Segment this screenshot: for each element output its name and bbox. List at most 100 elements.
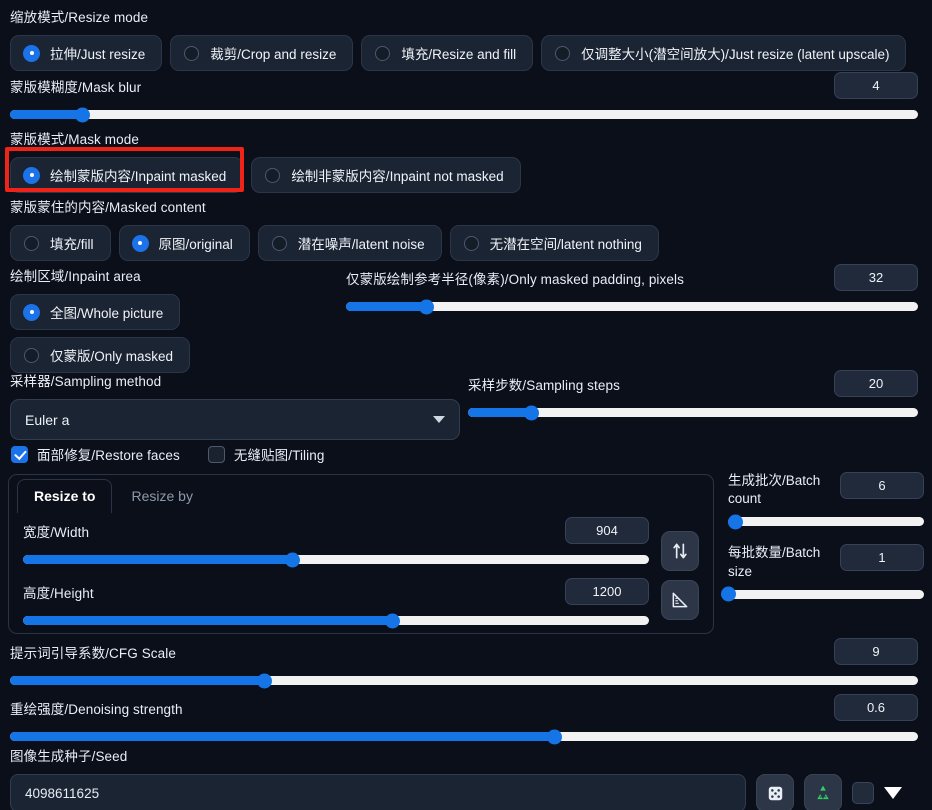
tab-resize-by[interactable]: Resize by xyxy=(114,479,209,513)
chevron-down-icon[interactable] xyxy=(884,787,902,799)
tiling-checkbox[interactable]: 无缝贴图/Tiling xyxy=(207,444,325,464)
mask-mode-option-inpaint-masked[interactable]: 绘制蒙版内容/Inpaint masked xyxy=(10,157,244,193)
resize-icon-buttons xyxy=(661,517,699,625)
cfg-scale-slider[interactable] xyxy=(10,673,918,688)
random-seed-button[interactable] xyxy=(756,774,794,810)
sampling-method-label: 采样器/Sampling method xyxy=(10,374,162,389)
masked-content-option-latent-noise[interactable]: 潜在噪声/latent noise xyxy=(257,225,442,261)
radio-icon xyxy=(24,304,39,320)
only-masked-padding-slider-block: 仅蒙版绘制参考半径(像素)/Only masked padding, pixel… xyxy=(346,264,918,314)
batch-size-value[interactable]: 1 xyxy=(840,544,924,572)
chevron-down-icon xyxy=(433,416,445,423)
batch-count-label: 生成批次/Batch count xyxy=(728,473,821,507)
mask-blur-label: 蒙版模糊度/Mask blur xyxy=(10,79,142,95)
width-value[interactable]: 904 xyxy=(565,517,649,544)
option-label: 绘制蒙版内容/Inpaint masked xyxy=(50,169,227,184)
radio-icon xyxy=(265,167,281,183)
radio-icon xyxy=(375,45,391,61)
only-masked-padding-value[interactable]: 32 xyxy=(834,264,918,291)
checkbox-icon xyxy=(11,445,28,463)
resize-mode-options: 拉伸/Just resize 裁剪/Crop and resize 填充/Res… xyxy=(10,35,922,71)
width-slider[interactable] xyxy=(23,552,649,567)
masked-content-section: 蒙版蒙住的内容/Masked content 填充/fill 原图/origin… xyxy=(10,196,922,261)
height-label: 高度/Height xyxy=(23,585,94,601)
height-slider-block: 高度/Height 1200 xyxy=(23,578,649,628)
option-label: 全图/Whole picture xyxy=(50,306,164,321)
sampling-method-value: Euler a xyxy=(25,411,70,428)
restore-faces-label: 面部修复/Restore faces xyxy=(37,448,180,463)
tab-resize-to[interactable]: Resize to xyxy=(17,479,113,513)
cfg-scale-value[interactable]: 9 xyxy=(834,638,918,665)
radio-icon xyxy=(24,347,39,363)
height-slider[interactable] xyxy=(23,613,649,628)
option-label: 裁剪/Crop and resize xyxy=(210,47,337,62)
extra-seed-box-icon[interactable] xyxy=(852,782,874,804)
masked-content-option-fill[interactable]: 填充/fill xyxy=(10,225,111,261)
batch-count-slider[interactable] xyxy=(728,514,924,530)
mask-blur-value[interactable]: 4 xyxy=(834,72,918,99)
batch-size-label: 每批数量/Batch size xyxy=(728,545,821,579)
option-label: 填充/Resize and fill xyxy=(401,47,517,62)
inpaint-area-option-only-masked[interactable]: 仅蒙版/Only masked xyxy=(10,337,191,373)
option-label: 绘制非蒙版内容/Inpaint not masked xyxy=(291,169,504,184)
cfg-scale-label: 提示词引导系数/CFG Scale xyxy=(10,645,176,661)
resize-tabs: Resize to Resize by xyxy=(9,475,713,513)
denoising-strength-label: 重绘强度/Denoising strength xyxy=(10,701,183,717)
triangle-ruler-icon xyxy=(672,592,688,608)
mask-mode-section: 蒙版模式/Mask mode 绘制蒙版内容/Inpaint masked 绘制非… xyxy=(10,128,922,193)
option-label: 仅调整大小(潜空间放大)/Just resize (latent upscale… xyxy=(581,47,890,62)
inpaint-area-option-whole-picture[interactable]: 全图/Whole picture xyxy=(10,294,181,330)
batch-count-value[interactable]: 6 xyxy=(840,472,924,499)
seed-section: 图像生成种子/Seed 4098611625 xyxy=(10,745,922,810)
radio-icon xyxy=(271,235,287,251)
inpaint-area-options: 全图/Whole picture 仅蒙版/Only masked xyxy=(10,294,340,373)
mask-blur-slider-block: 蒙版模糊度/Mask blur 4 xyxy=(10,72,918,122)
denoising-strength-slider-block: 重绘强度/Denoising strength 0.6 xyxy=(10,694,918,744)
batch-count-block: 生成批次/Batch count 6 xyxy=(728,472,924,530)
inpaint-area-label: 绘制区域/Inpaint area xyxy=(10,269,141,284)
resize-mode-option-resize-and-fill[interactable]: 填充/Resize and fill xyxy=(361,35,534,71)
mask-blur-slider[interactable] xyxy=(10,107,918,122)
masked-content-option-latent-nothing[interactable]: 无潜在空间/latent nothing xyxy=(449,225,659,261)
calculate-ratio-button[interactable] xyxy=(661,580,699,620)
reuse-seed-button[interactable] xyxy=(804,774,842,810)
width-slider-block: 宽度/Width 904 xyxy=(23,517,649,567)
only-masked-padding-slider[interactable] xyxy=(346,299,918,314)
radio-icon xyxy=(132,235,148,251)
resize-mode-option-latent-upscale[interactable]: 仅调整大小(潜空间放大)/Just resize (latent upscale… xyxy=(541,35,907,71)
sampling-method-dropdown[interactable]: Euler a xyxy=(10,399,460,440)
batch-size-slider[interactable] xyxy=(720,586,924,602)
resize-mode-option-crop-and-resize[interactable]: 裁剪/Crop and resize xyxy=(170,35,354,71)
sampling-steps-slider[interactable] xyxy=(468,405,918,420)
radio-icon xyxy=(24,235,39,251)
option-label: 填充/fill xyxy=(50,237,94,252)
seed-row: 4098611625 xyxy=(10,774,922,810)
radio-icon xyxy=(24,45,39,61)
only-masked-padding-label: 仅蒙版绘制参考半径(像素)/Only masked padding, pixel… xyxy=(346,271,684,287)
dice-icon xyxy=(768,786,782,800)
batch-column: 生成批次/Batch count 6 每批数量/Batch size 1 xyxy=(720,472,924,613)
sampling-steps-label: 采样步数/Sampling steps xyxy=(468,377,620,393)
mask-mode-label: 蒙版模式/Mask mode xyxy=(10,132,139,147)
seed-label: 图像生成种子/Seed xyxy=(10,749,128,764)
resize-mode-label: 缩放模式/Resize mode xyxy=(10,10,149,25)
resize-mode-option-just-resize[interactable]: 拉伸/Just resize xyxy=(10,35,163,71)
seed-input[interactable]: 4098611625 xyxy=(10,774,746,810)
sampling-steps-value[interactable]: 20 xyxy=(834,370,918,397)
radio-icon xyxy=(184,45,200,61)
mask-mode-option-inpaint-not-masked[interactable]: 绘制非蒙版内容/Inpaint not masked xyxy=(251,157,521,193)
masked-content-label: 蒙版蒙住的内容/Masked content xyxy=(10,200,206,215)
height-value[interactable]: 1200 xyxy=(565,578,649,605)
masked-content-option-original[interactable]: 原图/original xyxy=(118,225,250,261)
width-label: 宽度/Width xyxy=(23,524,90,540)
resize-mode-section: 缩放模式/Resize mode 拉伸/Just resize 裁剪/Crop … xyxy=(10,6,922,71)
restore-faces-checkbox[interactable]: 面部修复/Restore faces xyxy=(11,444,180,464)
recycle-icon xyxy=(817,785,829,800)
radio-icon xyxy=(463,235,479,251)
swap-dimensions-button[interactable] xyxy=(661,531,699,571)
radio-icon xyxy=(24,167,39,183)
denoising-strength-slider[interactable] xyxy=(10,729,918,744)
option-label: 拉伸/Just resize xyxy=(50,47,146,62)
denoising-strength-value[interactable]: 0.6 xyxy=(834,694,918,721)
tiling-label: 无缝贴图/Tiling xyxy=(233,448,325,463)
